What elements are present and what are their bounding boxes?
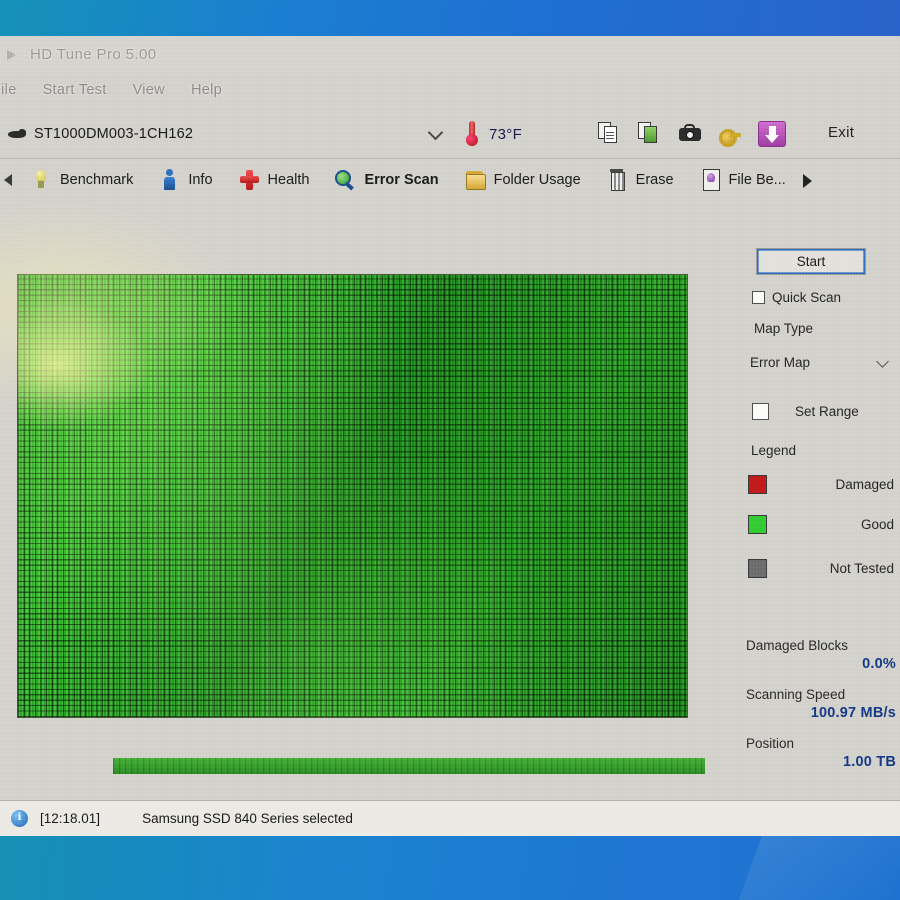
- map-type-value: Error Map: [750, 354, 811, 370]
- key-icon[interactable]: [718, 121, 744, 147]
- error-map-grid: [17, 274, 688, 718]
- stat-label: Damaged Blocks: [746, 638, 849, 653]
- status-bar: [12:18.01] Samsung SSD 840 Series select…: [0, 800, 900, 836]
- copy-icon[interactable]: [598, 121, 624, 147]
- chevron-down-icon: [876, 355, 890, 369]
- drive-select[interactable]: ST1000DM003-1CH162: [4, 118, 448, 150]
- tab-label: Info: [188, 171, 213, 188]
- screenshot-camera-icon[interactable]: [678, 121, 704, 147]
- tab-label: Health: [267, 171, 310, 188]
- set-range-checkbox[interactable]: [752, 403, 769, 420]
- stat-scanning-speed: Scanning Speed 100.97 MB/s: [746, 687, 896, 721]
- stat-position: Position 1.00 TB: [746, 736, 896, 770]
- selected-drive-label: ST1000DM003-1CH162: [34, 126, 194, 142]
- map-type-select[interactable]: Error Map: [750, 350, 890, 374]
- screen-glare: [18, 305, 238, 535]
- folder-icon: [465, 169, 486, 191]
- legend-swatch-damaged: [748, 474, 767, 494]
- stat-damaged-blocks: Damaged Blocks 0.0%: [746, 638, 896, 672]
- error-scan-options-panel: Start Quick Scan Map Type Error Map Set …: [740, 200, 900, 836]
- tab-strip: Benchmark Info Health Error Scan Folder …: [0, 158, 900, 200]
- file-benchmark-icon: [700, 168, 720, 191]
- menu-bar: File Start Test View Help: [0, 72, 900, 108]
- lightbulb-icon: [31, 169, 51, 191]
- tab-label: Benchmark: [60, 171, 134, 188]
- quick-scan-checkbox-row[interactable]: Quick Scan: [752, 290, 841, 305]
- stat-value: 0.0%: [862, 656, 896, 672]
- quick-scan-checkbox[interactable]: [752, 291, 765, 304]
- desktop-background-bottom: [0, 834, 900, 900]
- thermometer-icon: [465, 121, 479, 147]
- tab-folder-usage[interactable]: Folder Usage: [452, 159, 594, 201]
- toolbar-icons: [598, 116, 786, 152]
- trash-icon: [607, 168, 627, 191]
- tab-info[interactable]: Info: [146, 159, 225, 201]
- desktop-background-top: [0, 0, 900, 38]
- tab-erase[interactable]: Erase: [594, 159, 687, 201]
- copy-green-icon[interactable]: [638, 121, 664, 147]
- tab-error-scan[interactable]: Error Scan: [322, 159, 451, 201]
- legend-item-not-tested: Not Tested: [748, 557, 894, 579]
- chevron-down-icon[interactable]: [428, 124, 444, 140]
- tab-label: File Be...: [728, 171, 786, 188]
- quick-scan-label: Quick Scan: [772, 290, 842, 305]
- tab-scroll-right-icon[interactable]: [799, 159, 817, 201]
- scan-progress-bar: [113, 758, 705, 774]
- legend-label: Damaged: [835, 476, 894, 492]
- hdd-icon: [6, 46, 22, 62]
- legend-item-good: Good: [748, 513, 894, 535]
- legend-swatch-good: [748, 514, 767, 534]
- person-icon: [159, 168, 179, 191]
- drive-toolbar: ST1000DM003-1CH162 73°F Exit: [0, 112, 900, 156]
- magnifier-icon: [335, 169, 355, 191]
- menu-item-help[interactable]: Help: [191, 82, 222, 98]
- tab-scroll-left-icon[interactable]: [0, 159, 18, 201]
- stat-label: Position: [746, 736, 795, 751]
- content-area: Start Quick Scan Map Type Error Map Set …: [0, 200, 900, 836]
- temperature-value: 73°F: [489, 125, 523, 143]
- legend-item-damaged: Damaged: [748, 473, 894, 495]
- red-cross-icon: [239, 169, 259, 191]
- legend-swatch-not-tested: [748, 558, 767, 578]
- tab-label: Error Scan: [364, 171, 439, 188]
- info-icon: [11, 809, 28, 827]
- tab-label: Folder Usage: [493, 171, 581, 188]
- menu-item-file[interactable]: File: [0, 82, 17, 98]
- status-message: Samsung SSD 840 Series selected: [142, 811, 353, 826]
- tab-file-benchmark[interactable]: File Be...: [687, 159, 799, 201]
- set-range-checkbox-row[interactable]: Set Range: [752, 403, 859, 420]
- temperature-display: 73°F: [465, 116, 522, 152]
- tab-health[interactable]: Health: [226, 159, 323, 201]
- set-range-label: Set Range: [795, 404, 859, 419]
- hd-tune-pro-window: HD Tune Pro 5.00 File Start Test View He…: [0, 36, 900, 836]
- stat-value: 1.00 TB: [843, 754, 896, 770]
- hdd-icon: [8, 128, 26, 140]
- stat-label: Scanning Speed: [746, 687, 846, 702]
- window-title: HD Tune Pro 5.00: [30, 45, 157, 63]
- menu-item-start-test[interactable]: Start Test: [43, 82, 107, 98]
- legend-label: Good: [860, 516, 894, 532]
- stat-value: 100.97 MB/s: [810, 705, 896, 721]
- status-timestamp: [12:18.01]: [40, 811, 101, 826]
- tab-label: Erase: [635, 171, 674, 188]
- download-icon[interactable]: [758, 121, 786, 147]
- scan-progress-fill: [113, 758, 705, 774]
- legend-label: Not Tested: [829, 560, 894, 576]
- start-button[interactable]: Start: [756, 248, 866, 275]
- menu-item-view[interactable]: View: [133, 82, 165, 98]
- legend-title: Legend: [751, 443, 797, 458]
- exit-button[interactable]: Exit: [828, 124, 854, 141]
- map-type-label: Map Type: [754, 321, 814, 336]
- title-bar: HD Tune Pro 5.00: [0, 36, 900, 72]
- tab-benchmark[interactable]: Benchmark: [18, 159, 146, 201]
